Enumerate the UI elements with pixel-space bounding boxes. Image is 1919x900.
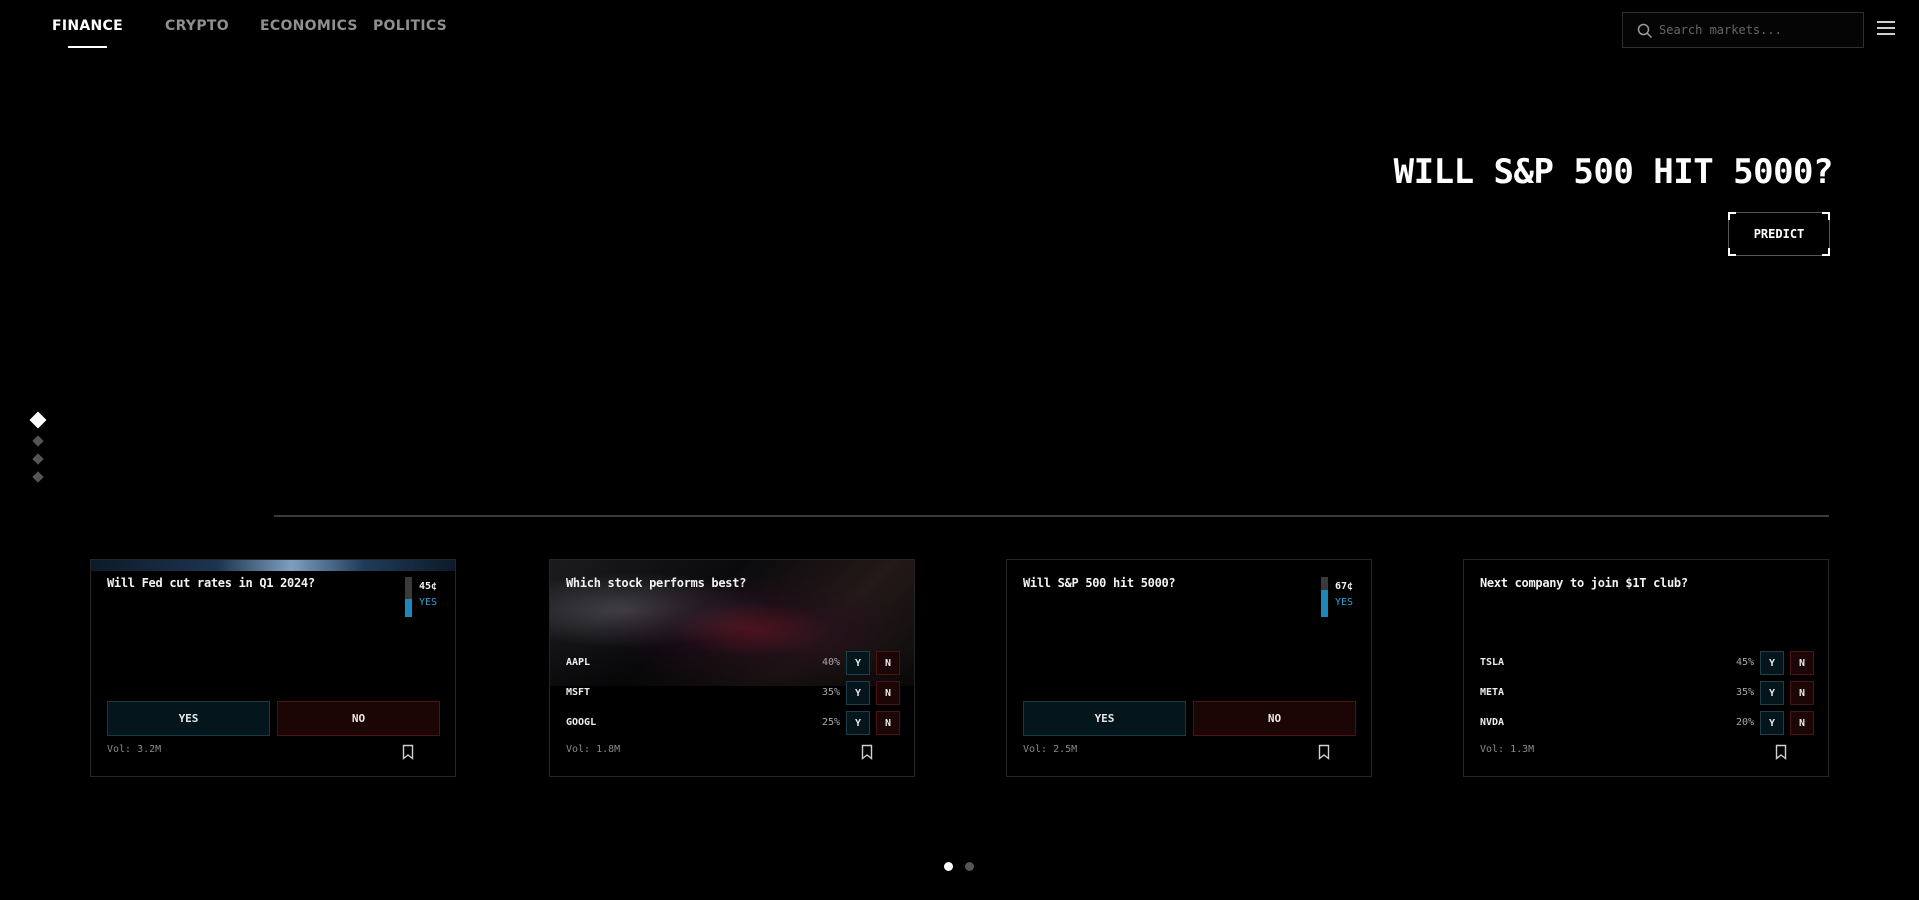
bookmark-icon[interactable]	[1775, 744, 1787, 760]
option-row: META 35% Y N	[1480, 681, 1814, 705]
option-no-button[interactable]: N	[876, 681, 900, 705]
option-name: META	[1480, 687, 1505, 698]
market-card[interactable]: Will Fed cut rates in Q1 2024? 45¢ YES Y…	[90, 559, 456, 777]
option-name: AAPL	[566, 657, 591, 668]
no-button[interactable]: NO	[1193, 701, 1356, 736]
slide-dot-active[interactable]	[29, 411, 47, 429]
search-icon	[1637, 23, 1653, 39]
option-percent: 25%	[821, 717, 840, 728]
predict-button[interactable]: PREDICT	[1728, 212, 1830, 256]
market-volume: Vol: 1.3M	[1480, 744, 1535, 755]
option-name: TSLA	[1480, 657, 1505, 668]
option-yes-button[interactable]: Y	[846, 711, 870, 735]
tab-economics[interactable]: ECONOMICS	[260, 18, 358, 34]
option-yes-button[interactable]: Y	[846, 681, 870, 705]
bookmark-icon[interactable]	[1318, 744, 1330, 760]
option-name: GOOGL	[566, 717, 597, 728]
option-no-button[interactable]: N	[876, 651, 900, 675]
option-percent: 45%	[1735, 657, 1754, 668]
option-percent: 35%	[1735, 687, 1754, 698]
option-percent: 20%	[1735, 717, 1754, 728]
top-nav: FINANCE CRYPTO ECONOMICS POLITICS	[0, 0, 1919, 60]
price-side-label: YES	[419, 597, 438, 608]
market-question: Which stock performs best?	[566, 576, 747, 590]
option-percent: 40%	[821, 657, 840, 668]
option-name: NVDA	[1480, 717, 1505, 728]
option-yes-button[interactable]: Y	[1760, 651, 1784, 675]
hero-slide-indicator	[29, 411, 47, 491]
option-no-button[interactable]: N	[1790, 711, 1814, 735]
market-question: Will S&P 500 hit 5000?	[1023, 576, 1176, 590]
slide-dot[interactable]	[32, 435, 44, 447]
page-dot-active[interactable]	[944, 862, 953, 871]
option-no-button[interactable]: N	[1790, 681, 1814, 705]
card-banner-image	[91, 560, 455, 571]
search-box	[1622, 12, 1864, 48]
no-button[interactable]: NO	[277, 701, 440, 736]
probability-meter	[1321, 577, 1328, 617]
option-no-button[interactable]: N	[1790, 651, 1814, 675]
page-dot[interactable]	[965, 862, 974, 871]
option-percent: 35%	[821, 687, 840, 698]
market-volume: Vol: 2.5M	[1023, 744, 1078, 755]
yes-button[interactable]: YES	[107, 701, 270, 736]
search-input[interactable]	[1659, 13, 1859, 47]
option-row: GOOGL 25% Y N	[566, 711, 900, 735]
market-volume: Vol: 1.8M	[566, 744, 621, 755]
market-volume: Vol: 3.2M	[107, 744, 162, 755]
market-price: 67¢	[1335, 581, 1354, 592]
option-yes-button[interactable]: Y	[846, 651, 870, 675]
yes-button[interactable]: YES	[1023, 701, 1186, 736]
slide-dot[interactable]	[32, 453, 44, 465]
option-yes-button[interactable]: Y	[1760, 681, 1784, 705]
tab-finance[interactable]: FINANCE	[52, 18, 123, 48]
option-name: MSFT	[566, 687, 591, 698]
market-question: Will Fed cut rates in Q1 2024?	[107, 576, 315, 590]
probability-meter	[405, 577, 412, 617]
market-question: Next company to join $1T club?	[1480, 576, 1688, 590]
option-row: AAPL 40% Y N	[566, 651, 900, 675]
market-price: 45¢	[419, 581, 438, 592]
hero-title: WILL S&P 500 HIT 5000?	[1393, 152, 1834, 192]
market-card[interactable]: Will S&P 500 hit 5000? 67¢ YES YES NO Vo…	[1006, 559, 1372, 777]
option-row: TSLA 45% Y N	[1480, 651, 1814, 675]
option-yes-button[interactable]: Y	[1760, 711, 1784, 735]
hamburger-menu-icon[interactable]	[1877, 21, 1895, 37]
predict-button-label: PREDICT	[1753, 227, 1805, 241]
bookmark-icon[interactable]	[861, 744, 873, 760]
tab-politics[interactable]: POLITICS	[373, 18, 447, 34]
market-card[interactable]: Which stock performs best? AAPL 40% Y N …	[549, 559, 915, 777]
option-no-button[interactable]: N	[876, 711, 900, 735]
market-card[interactable]: Next company to join $1T club? TSLA 45% …	[1463, 559, 1829, 777]
slide-dot[interactable]	[32, 471, 44, 483]
option-row: NVDA 20% Y N	[1480, 711, 1814, 735]
price-side-label: YES	[1335, 597, 1354, 608]
tab-crypto[interactable]: CRYPTO	[165, 18, 229, 34]
hero-divider	[274, 515, 1829, 517]
bookmark-icon[interactable]	[402, 744, 414, 760]
option-row: MSFT 35% Y N	[566, 681, 900, 705]
